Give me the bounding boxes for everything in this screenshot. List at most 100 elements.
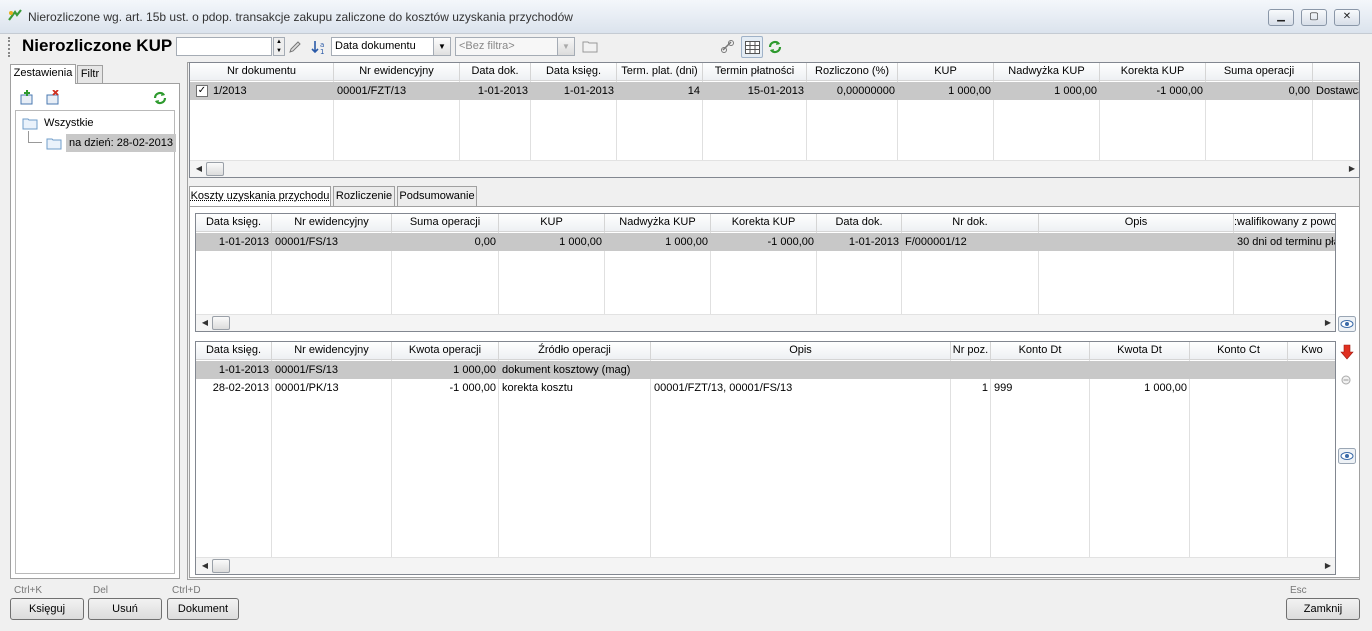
scroll-left-icon[interactable]: ◀ bbox=[198, 316, 212, 330]
table-cell: 14 bbox=[687, 85, 700, 97]
checkbox-checked-icon[interactable]: ✓ bbox=[196, 85, 208, 97]
column-header[interactable]: Konto Ct bbox=[1190, 342, 1288, 360]
column-header[interactable]: Suma operacji bbox=[392, 214, 499, 232]
column-header[interactable]: Korekta KUP bbox=[711, 214, 817, 232]
scroll-left-icon[interactable]: ◀ bbox=[198, 559, 212, 573]
horizontal-scrollbar[interactable]: ◀ ▶ bbox=[190, 160, 1359, 177]
column-header[interactable]: Korekta KUP bbox=[1100, 63, 1206, 81]
column-header[interactable]: Data księg. bbox=[196, 342, 272, 360]
chevron-down-icon[interactable]: ▼ bbox=[557, 38, 574, 55]
scroll-thumb[interactable] bbox=[212, 316, 230, 330]
tab-rozliczenie[interactable]: Rozliczenie bbox=[333, 186, 395, 206]
tree-item-date[interactable]: na dzień: 28-02-2013 bbox=[66, 134, 176, 152]
column-header[interactable]: Kwota Dt bbox=[1090, 342, 1190, 360]
folder-icon[interactable] bbox=[582, 40, 598, 53]
column-header[interactable]: Data księg. bbox=[531, 63, 617, 81]
column-header[interactable]: Nr ewidencyjny bbox=[272, 214, 392, 232]
column-header[interactable]: Nr ewidencyjny bbox=[334, 63, 460, 81]
tab-zestawienia[interactable]: Zestawienia bbox=[10, 64, 76, 84]
table-row[interactable]: 28-02-2013 00001/PK/13 -1 000,00 korekta ko… bbox=[196, 379, 1335, 397]
column-header[interactable]: Opis bbox=[1039, 214, 1234, 232]
scroll-right-icon[interactable]: ▶ bbox=[1345, 162, 1359, 176]
eye-icon[interactable] bbox=[1338, 448, 1356, 464]
table-cell: 1-01-2013 bbox=[848, 236, 899, 248]
shortcut-close: Esc bbox=[1290, 585, 1307, 596]
tab-koszty-uzyskania[interactable]: Koszty uzyskania przychodu bbox=[189, 186, 331, 206]
table-row[interactable]: 1/2013 00001/FZT/13 1-01-2013 1-01-2013 14 15… bbox=[190, 82, 1359, 100]
table-row[interactable]: 1-01-2013 00001/FS/13 0,00 1 000,00 1 000,00… bbox=[196, 233, 1335, 251]
column-header[interactable]: Nr poz. bbox=[951, 342, 991, 360]
tab-filtr[interactable]: Filtr bbox=[77, 65, 103, 83]
document-button[interactable]: Dokument bbox=[167, 598, 239, 620]
column-header[interactable] bbox=[1313, 63, 1359, 81]
grid-view-button[interactable] bbox=[741, 36, 763, 58]
scroll-thumb[interactable] bbox=[206, 162, 224, 176]
column-header[interactable]: Nr ewidencyjny bbox=[272, 342, 392, 360]
maximize-button[interactable]: ▢ bbox=[1301, 9, 1327, 26]
sort-order-icon[interactable]: a 1 bbox=[311, 39, 327, 55]
chevron-down-icon[interactable]: ▼ bbox=[433, 38, 450, 55]
table-cell: 00001/FS/13 bbox=[275, 236, 338, 248]
column-header[interactable]: Suma operacji bbox=[1206, 63, 1313, 81]
scroll-left-icon[interactable]: ◀ bbox=[192, 162, 206, 176]
table-cell: 00001/PK/13 bbox=[275, 382, 339, 394]
table-row[interactable]: 1-01-2013 00001/FS/13 1 000,00 dokument kos… bbox=[196, 361, 1335, 379]
column-header[interactable]: Kwo bbox=[1288, 342, 1335, 360]
column-header[interactable]: Nr dok. bbox=[902, 214, 1039, 232]
column-header[interactable]: Data dok. bbox=[460, 63, 531, 81]
column-header[interactable]: Źródło operacji bbox=[499, 342, 651, 360]
add-folder-icon[interactable] bbox=[19, 90, 35, 106]
search-input[interactable] bbox=[176, 37, 272, 56]
tree-view: Wszystkie na dzień: 28-02-2013 bbox=[15, 110, 176, 574]
column-header[interactable]: :walifikowany z powo bbox=[1234, 214, 1335, 232]
column-header[interactable]: Kwota operacji bbox=[392, 342, 499, 360]
pencil-icon[interactable] bbox=[288, 40, 302, 54]
close-window-button[interactable]: ✕ bbox=[1334, 9, 1360, 26]
delete-button[interactable]: Usuń bbox=[88, 598, 162, 620]
column-header[interactable]: Term. plat. (dni) bbox=[617, 63, 703, 81]
left-panel: Wszystkie na dzień: 28-02-2013 bbox=[10, 83, 180, 579]
link-icon[interactable] bbox=[720, 39, 736, 55]
minimize-button[interactable]: ▁ bbox=[1268, 9, 1294, 26]
remove-folder-icon[interactable] bbox=[45, 90, 61, 106]
table-cell bbox=[1288, 379, 1335, 397]
refresh-icon[interactable] bbox=[152, 90, 168, 106]
table-cell: 00001/FZT/13 bbox=[337, 85, 407, 97]
table-cell: 00001/FZT/13, 00001/FS/13 bbox=[654, 382, 793, 394]
column-header[interactable]: Nadwyżka KUP bbox=[994, 63, 1100, 81]
scroll-right-icon[interactable]: ▶ bbox=[1321, 559, 1335, 573]
column-header[interactable]: Opis bbox=[651, 342, 951, 360]
column-header[interactable]: Konto Dt bbox=[991, 342, 1090, 360]
minus-icon[interactable] bbox=[1340, 374, 1352, 386]
column-header[interactable]: Rozliczono (%) bbox=[807, 63, 898, 81]
refresh-icon[interactable] bbox=[767, 39, 783, 55]
column-header[interactable]: Termin płatności bbox=[703, 63, 807, 81]
tree-item-root[interactable]: Wszystkie bbox=[44, 117, 94, 129]
column-header[interactable]: Data księg. bbox=[196, 214, 272, 232]
scroll-thumb[interactable] bbox=[212, 559, 230, 573]
column-header[interactable]: KUP bbox=[499, 214, 605, 232]
horizontal-scrollbar[interactable]: ◀ ▶ bbox=[196, 314, 1335, 331]
column-header[interactable]: Nadwyżka KUP bbox=[605, 214, 711, 232]
table-cell bbox=[1288, 361, 1335, 379]
scroll-right-icon[interactable]: ▶ bbox=[1321, 316, 1335, 330]
filter-select[interactable]: <Bez filtra> ▼ bbox=[455, 37, 575, 56]
svg-text:1: 1 bbox=[320, 48, 324, 55]
table-cell: 1 000,00 bbox=[559, 236, 602, 248]
arrow-down-icon[interactable] bbox=[1340, 344, 1354, 360]
table-cell: 1-01-2013 bbox=[477, 85, 528, 97]
eye-icon[interactable] bbox=[1338, 316, 1356, 332]
column-header[interactable]: KUP bbox=[898, 63, 994, 81]
table-cell: 28-02-2013 bbox=[212, 382, 269, 394]
tab-podsumowanie[interactable]: Podsumowanie bbox=[397, 186, 477, 206]
close-button[interactable]: Zamknij bbox=[1286, 598, 1360, 620]
table-cell: 0,00 bbox=[1288, 85, 1310, 97]
sort-select[interactable]: Data dokumentu ▼ bbox=[331, 37, 451, 56]
column-header[interactable]: Nr dokumentu bbox=[190, 63, 334, 81]
column-header[interactable]: Data dok. bbox=[817, 214, 902, 232]
tree-connector bbox=[28, 131, 42, 143]
horizontal-scrollbar[interactable]: ◀ ▶ bbox=[196, 557, 1335, 574]
search-spinner[interactable]: ▲ ▼ bbox=[273, 37, 285, 56]
table-cell: 1 000,00 bbox=[948, 85, 991, 97]
post-button[interactable]: Księguj bbox=[10, 598, 84, 620]
